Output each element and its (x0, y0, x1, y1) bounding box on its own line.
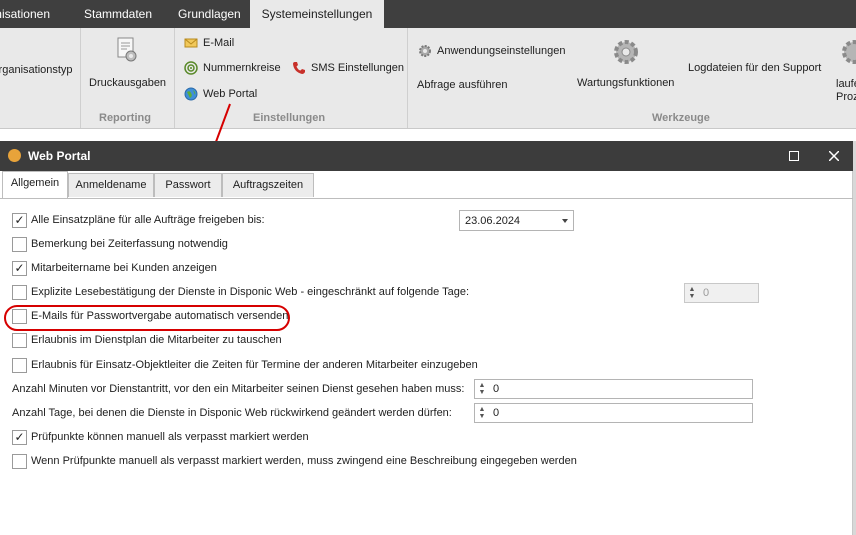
checkbox[interactable] (12, 285, 27, 300)
tab-auftragszeiten[interactable]: Auftragszeiten (222, 173, 314, 197)
option-label: Erlaubnis für Einsatz-Objektleiter die Z… (31, 359, 478, 371)
gear-icon (842, 40, 856, 64)
maximize-icon (789, 151, 799, 161)
web-portal-button[interactable]: Web Portal (184, 87, 257, 101)
sms-einstellungen-button[interactable]: SMS Einstellungen (292, 61, 404, 75)
checkbox[interactable]: ✓ (12, 430, 27, 445)
freigabe-date-picker[interactable]: 23.06.2024 (459, 210, 574, 231)
dialog-titlebar[interactable]: Web Portal (0, 141, 853, 171)
ribbon-separator (80, 28, 81, 128)
logdateien-label: Logdateien für den Support (688, 62, 822, 74)
tab-grundlagen[interactable]: Grundlagen (178, 0, 241, 28)
organisationstyp-label: Organisationstyp (0, 64, 73, 76)
option-label: Mitarbeitername bei Kunden anzeigen (31, 262, 217, 274)
ribbon-tab-bar: Organisationen Stammdaten Grundlagen Sys… (0, 0, 856, 28)
spin-arrows-icon: ▲ ▼ (478, 406, 486, 420)
tab-allgemein[interactable]: Allgemein (2, 171, 68, 198)
globe-icon (184, 87, 198, 101)
dialog-title: Web Portal (28, 149, 91, 163)
gear-icon (614, 40, 638, 64)
tage-spinner[interactable]: ▲ ▼ 0 (474, 403, 753, 423)
laufende-label: laufe (836, 78, 856, 90)
date-value: 23.06.2024 (465, 215, 521, 227)
checkbox[interactable]: ✓ (12, 261, 27, 276)
logdateien-button[interactable]: Logdateien für den Support (688, 62, 821, 74)
checkbox[interactable] (12, 358, 27, 373)
days-value: 0 (703, 287, 710, 299)
ribbon-separator (407, 28, 408, 128)
tage-value: 0 (493, 407, 500, 419)
close-icon (828, 150, 840, 162)
phone-icon (293, 62, 305, 74)
wartungsfunktionen-label: Wartungsfunktionen (577, 77, 675, 89)
ribbon-separator (174, 28, 175, 128)
prozesse-label: Proz (836, 91, 856, 103)
option-label: Alle Einsatzpläne für alle Aufträge frei… (31, 214, 265, 226)
lesebestaetigung-days-spinner[interactable]: ▲ ▼ 0 (684, 283, 759, 303)
web-portal-label: Web Portal (203, 87, 258, 100)
gear-icon (419, 45, 431, 57)
target-icon (184, 61, 198, 75)
envelope-icon (184, 38, 198, 48)
group-label-werkzeuge: Werkzeuge (652, 112, 710, 124)
tab-strip-line (0, 198, 853, 199)
anwendungseinstellungen-button[interactable]: Anwendungseinstellungen (418, 44, 565, 58)
minuten-value: 0 (493, 383, 500, 395)
spin-arrows-icon: ▲ ▼ (478, 382, 486, 396)
email-button[interactable]: E-Mail (184, 36, 234, 50)
email-label: E-Mail (203, 36, 235, 49)
dialog-body: Allgemein Anmeldename Passwort Auftragsz… (0, 171, 853, 535)
organisationstyp-button[interactable]: Organisationstyp (0, 64, 73, 76)
druckausgaben-label: Druckausgaben (89, 77, 167, 89)
group-label-einstellungen: Einstellungen (253, 112, 326, 124)
option-label: Explizite Lesebestätigung der Dienste in… (31, 286, 470, 298)
tab-organisationen[interactable]: Organisationen (0, 0, 58, 28)
report-icon (117, 37, 137, 62)
close-button[interactable] (824, 146, 844, 166)
chevron-down-icon (562, 219, 568, 223)
ribbon: Organisationstyp Druckausgaben Reporting… (0, 28, 856, 129)
minuten-spinner[interactable]: ▲ ▼ 0 (474, 379, 753, 399)
option-label: Bemerkung bei Zeiterfassung notwendig (31, 238, 228, 250)
abfrage-ausfuehren-label: Abfrage ausführen (417, 79, 508, 91)
tab-stammdaten[interactable]: Stammdaten (84, 0, 152, 28)
tage-label: Anzahl Tage, bei denen die Dienste in Di… (12, 407, 452, 419)
option-label: Erlaubnis im Dienstplan die Mitarbeiter … (31, 334, 282, 346)
highlight-oval (4, 305, 290, 331)
checkbox[interactable]: ✓ (12, 213, 27, 228)
tab-passwort[interactable]: Passwort (154, 173, 222, 197)
checkbox[interactable] (12, 454, 27, 469)
nummernkreise-label: Nummernkreise (203, 61, 281, 74)
option-label: Wenn Prüfpunkte manuell als verpasst mar… (31, 455, 577, 467)
minuten-label: Anzahl Minuten vor Dienstantritt, vor de… (12, 383, 465, 395)
checkbox[interactable] (12, 333, 27, 348)
checkbox[interactable] (12, 237, 27, 252)
tab-systemeinstellungen[interactable]: Systemeinstellungen (250, 0, 384, 28)
abfrage-ausfuehren-button[interactable]: Abfrage ausführen (417, 79, 508, 91)
sms-einstellungen-label: SMS Einstellungen (311, 61, 404, 74)
screen: Organisationen Stammdaten Grundlagen Sys… (0, 0, 856, 535)
tab-anmeldename[interactable]: Anmeldename (68, 173, 154, 197)
spin-arrows-icon: ▲ ▼ (688, 286, 696, 300)
maximize-button[interactable] (784, 146, 804, 166)
group-label-reporting: Reporting (99, 112, 151, 124)
option-label: Prüfpunkte können manuell als verpasst m… (31, 431, 309, 443)
anwendungseinstellungen-label: Anwendungseinstellungen (437, 44, 566, 57)
app-icon (8, 149, 21, 162)
nummernkreise-button[interactable]: Nummernkreise (184, 61, 281, 75)
